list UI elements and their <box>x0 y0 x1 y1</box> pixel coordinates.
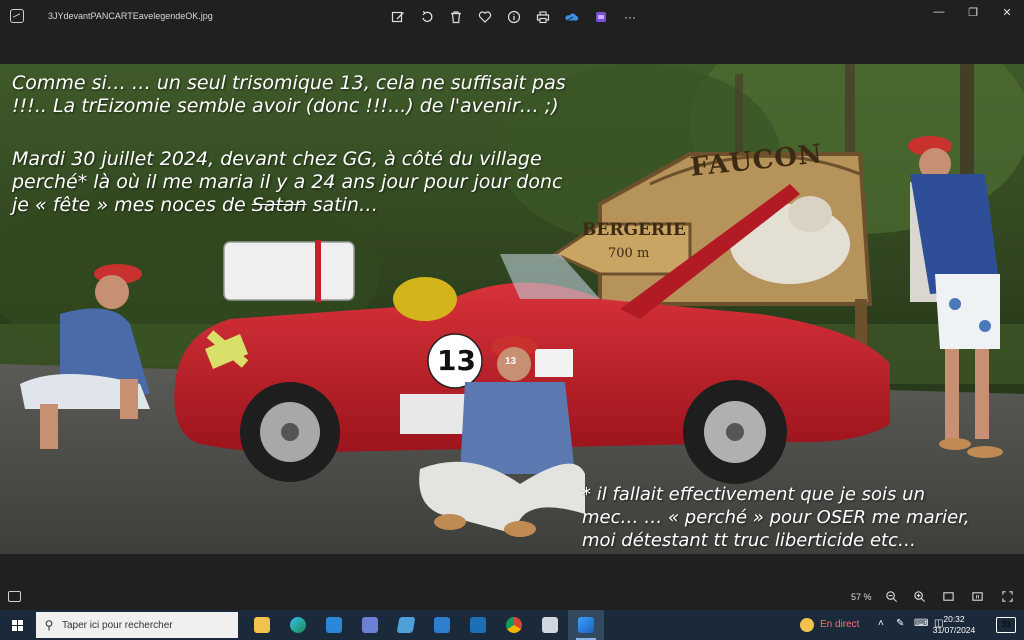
caption-top: Comme si… … un seul trisomique 13, cela … <box>12 72 566 117</box>
zoom-level: 57 % <box>851 592 872 602</box>
clock-time: 20:32 <box>943 614 965 624</box>
photos-app-icon <box>10 9 24 23</box>
pinned-apps <box>244 610 604 640</box>
delete-icon[interactable] <box>446 7 466 27</box>
viewer-status-bar: 57 % <box>0 584 1024 610</box>
store-button[interactable] <box>424 610 460 640</box>
chrome-icon <box>506 617 522 633</box>
weather-label[interactable]: En direct <box>820 619 859 630</box>
fullscreen-icon[interactable] <box>1000 590 1014 604</box>
fit-to-window-icon[interactable] <box>941 590 955 604</box>
edit-icon[interactable] <box>388 7 408 27</box>
sign-bergerie-text: BERGERIE <box>582 220 686 240</box>
caption-middle: Mardi 30 juillet 2024, devant chez GG, à… <box>12 148 652 217</box>
app-notes-button[interactable] <box>388 610 424 640</box>
taskbar-search-box[interactable]: ⚲ Taper ici pour rechercher <box>36 612 238 638</box>
app-q-icon <box>362 617 378 633</box>
more-icon[interactable]: ··· <box>620 7 640 27</box>
chevron-up-icon[interactable]: ˄ <box>878 618 884 629</box>
search-placeholder: Taper ici pour rechercher <box>62 619 173 631</box>
favorite-icon[interactable] <box>475 7 495 27</box>
viewer-toolbar: ··· <box>388 7 640 27</box>
clipchamp-icon[interactable] <box>591 7 611 27</box>
photo-viewer-window: 3JYdevantPANCARTEavelegendeOK.jpg ··· — … <box>0 0 1024 610</box>
clock-date: 31/07/2024 <box>932 625 976 635</box>
document-icon <box>542 617 558 633</box>
mail-icon <box>326 617 342 633</box>
app-blue-button[interactable] <box>460 610 496 640</box>
edge-icon <box>290 617 306 633</box>
zoom-in-icon[interactable] <box>912 590 926 604</box>
photo-image <box>0 64 1024 554</box>
taskbar: ⚲ Taper ici pour rechercher En direct ˄ … <box>0 610 1024 640</box>
clock[interactable]: 20:32 31/07/2024 <box>926 614 982 636</box>
sign-distance-text: 700 m <box>608 246 650 261</box>
photos-taskbar-button[interactable] <box>568 610 604 640</box>
notes-icon <box>396 617 416 633</box>
caption-middle-b: satin… <box>306 194 378 216</box>
car-number: 13 <box>437 344 476 377</box>
zoom-out-icon[interactable] <box>884 590 898 604</box>
cap-number: 13 <box>505 356 517 367</box>
app-q-button[interactable] <box>352 610 388 640</box>
window-controls: — ❐ ✕ <box>922 0 1024 24</box>
close-button[interactable]: ✕ <box>990 0 1024 24</box>
app-doc-button[interactable] <box>532 610 568 640</box>
minimize-button[interactable]: — <box>922 0 956 24</box>
pen-icon[interactable]: ✎ <box>896 618 904 629</box>
actual-size-icon[interactable] <box>970 590 984 604</box>
info-icon[interactable] <box>504 7 524 27</box>
caption-middle-strike: Satan <box>251 194 307 216</box>
caption-bottom: * il fallait effectivement que je sois u… <box>582 484 970 551</box>
mail-button[interactable] <box>316 610 352 640</box>
filmstrip-icon[interactable] <box>8 591 21 602</box>
app-blue-icon <box>470 617 486 633</box>
rotate-icon[interactable] <box>417 7 437 27</box>
title-bar: 3JYdevantPANCARTEavelegendeOK.jpg ··· — … <box>0 0 1024 34</box>
windows-logo-icon <box>11 619 23 631</box>
photos-icon <box>578 617 594 633</box>
file-explorer-button[interactable] <box>244 610 280 640</box>
image-canvas[interactable]: FAUCON BERGERIE 700 m 13 13 Comme si… … … <box>0 64 1024 554</box>
onedrive-icon[interactable] <box>562 7 582 27</box>
edge-button[interactable] <box>280 610 316 640</box>
print-icon[interactable] <box>533 7 553 27</box>
maximize-button[interactable]: ❐ <box>956 0 990 24</box>
file-name: 3JYdevantPANCARTEavelegendeOK.jpg <box>48 11 213 21</box>
chrome-button[interactable] <box>496 610 532 640</box>
store-icon <box>434 617 450 633</box>
folder-icon <box>254 617 270 633</box>
search-icon: ⚲ <box>44 618 54 632</box>
weather-icon[interactable] <box>800 618 814 632</box>
start-button[interactable] <box>0 610 34 640</box>
notification-center-icon[interactable]: 33 <box>996 617 1016 633</box>
